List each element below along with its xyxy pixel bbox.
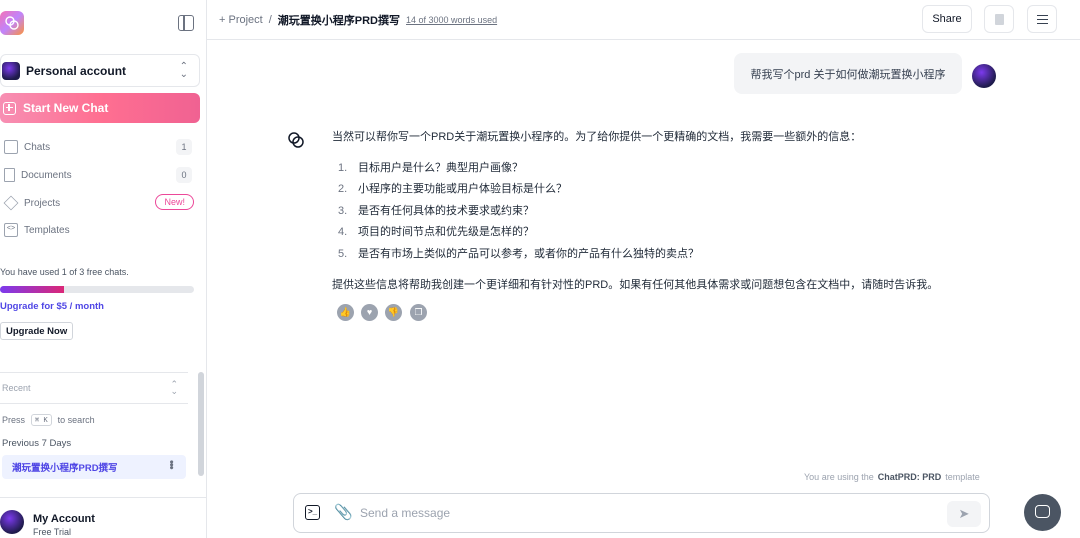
template-note-prefix: You are using the	[804, 472, 874, 482]
chevron-up-down-icon: ⌃ ⌄	[179, 61, 188, 80]
cube-icon	[3, 195, 19, 211]
user-message-text: 帮我写个prd 关于如何做潮玩置换小程序	[750, 68, 946, 81]
list-item: 3. 是否有任何具体的技术要求或约束？	[332, 202, 534, 218]
chat-bubble-icon	[1035, 505, 1050, 518]
thumbs-down-icon[interactable]: 👎	[385, 304, 402, 321]
section-label: Previous 7 Days	[2, 438, 72, 449]
list-number: 1.	[338, 162, 348, 174]
account-label: Personal account	[26, 63, 127, 78]
chevron-up-down-icon: ⌃ ⌄	[170, 379, 178, 396]
start-new-chat-button[interactable]: Start New Chat	[0, 93, 200, 123]
search-shortcut-key: ⌘ K	[31, 414, 52, 426]
list-number: 3.	[338, 205, 348, 217]
start-new-chat-label: Start New Chat	[23, 101, 109, 115]
usage-progress-bar	[0, 286, 194, 293]
help-chat-button[interactable]	[1024, 494, 1061, 531]
list-item: 5. 是否有市场上类似的产品可以参考，或者你的产品有什么独特的卖点？	[332, 245, 699, 261]
search-hint-suffix: to search	[57, 415, 95, 425]
settings-button[interactable]	[1027, 5, 1057, 33]
usage-text: You have used 1 of 3 free chats.	[0, 267, 129, 277]
list-text: 小程序的主要功能或用户体验目标是什么？	[358, 183, 567, 195]
message-composer: >_ 📎 ➤	[293, 493, 990, 533]
new-badge: New!	[155, 194, 194, 210]
upgrade-link[interactable]: Upgrade for $5 / month	[0, 301, 104, 312]
sidebar-item-label: Documents	[21, 169, 72, 181]
document-icon	[995, 14, 1004, 25]
paperclip-icon[interactable]: 📎	[334, 503, 353, 521]
sidebar-item-label: Projects	[24, 197, 61, 209]
app-root: Personal account ⌃ ⌄ Start New Chat Chats…	[0, 0, 1080, 538]
chat-bubble-icon	[4, 140, 18, 154]
user-avatar	[972, 64, 996, 88]
share-button[interactable]: Share	[922, 5, 972, 33]
avatar	[0, 510, 24, 534]
sidebar-item-templates[interactable]: <> Templates	[0, 220, 200, 240]
message-input[interactable]	[360, 504, 930, 522]
recent-label: Recent	[2, 383, 31, 393]
page-title: 潮玩置换小程序PRD撰写	[277, 15, 401, 27]
upgrade-now-button[interactable]: Upgrade Now	[0, 322, 74, 340]
assistant-outro: 提供这些信息将帮助我创建一个更详细和有针对性的PRD。如果有任何其他具体需求或问…	[332, 279, 939, 291]
sidebar-scrollbar[interactable]	[198, 372, 204, 476]
copy-icon[interactable]: ❐	[410, 304, 427, 321]
list-text: 是否有任何具体的技术要求或约束？	[358, 205, 534, 217]
send-icon: ➤	[958, 506, 970, 521]
template-name[interactable]: ChatPRD: PRD	[878, 472, 942, 482]
sidebar-item-documents[interactable]: Documents 0	[0, 165, 200, 185]
heart-icon[interactable]: ♥	[361, 304, 378, 321]
list-text: 项目的时间节点和优先级是怎样的？	[358, 226, 534, 238]
document-view-button[interactable]	[984, 5, 1014, 33]
more-vertical-icon[interactable]: •••	[165, 460, 177, 469]
list-number: 4.	[338, 226, 348, 238]
sidebar-item-chats[interactable]: Chats 1	[0, 137, 200, 157]
sidebar: Personal account ⌃ ⌄ Start New Chat Chats…	[0, 0, 207, 538]
send-button[interactable]: ➤	[947, 501, 981, 527]
sidebar-item-projects[interactable]: Projects New!	[0, 193, 200, 213]
breadcrumb: + Project / 潮玩置换小程序PRD撰写 14 of 3000 word…	[219, 12, 497, 28]
list-item: 4. 项目的时间节点和优先级是怎样的？	[332, 223, 534, 239]
template-note: You are using the ChatPRD: PRD template	[804, 472, 980, 482]
list-number: 2.	[338, 183, 348, 195]
search-hint[interactable]: Press ⌘ K to search	[2, 414, 95, 426]
template-note-suffix: template	[945, 472, 980, 482]
chat-list-item[interactable]: 潮玩置换小程序PRD撰写 •••	[2, 455, 186, 479]
assistant-intro: 当然可以帮你写一个PRD关于潮玩置换小程序的。为了给你提供一个更精确的文档，我需…	[332, 131, 862, 143]
app-logo-icon[interactable]	[0, 11, 24, 35]
list-item: 1. 目标用户是什么？典型用户画像？	[332, 159, 523, 175]
account-footer[interactable]: My Account Free Trial	[0, 497, 207, 538]
breadcrumb-separator: /	[268, 14, 272, 26]
terminal-icon[interactable]: >_	[305, 505, 320, 520]
user-message-bubble: 帮我写个prd 关于如何做潮玩置换小程序	[734, 53, 962, 94]
documents-count-badge: 0	[176, 167, 192, 183]
list-item: 2. 小程序的主要功能或用户体验目标是什么？	[332, 180, 567, 196]
account-name: My Account	[33, 513, 95, 525]
assistant-logo-icon	[288, 132, 304, 148]
search-hint-prefix: Press	[2, 415, 26, 425]
account-avatar	[2, 61, 20, 80]
chat-list-item-label: 潮玩置换小程序PRD撰写	[12, 463, 118, 474]
recent-filter-select[interactable]: Recent ⌃ ⌄	[0, 372, 188, 404]
usage-progress-fill	[0, 286, 65, 293]
code-brackets-icon: <>	[4, 223, 18, 237]
breadcrumb-project-link[interactable]: + Project	[219, 14, 263, 26]
sidebar-item-label: Templates	[24, 224, 70, 236]
sidebar-item-label: Chats	[24, 141, 51, 153]
thumbs-up-icon[interactable]: 👍	[337, 304, 354, 321]
list-number: 5.	[338, 248, 348, 260]
list-text: 是否有市场上类似的产品可以参考，或者你的产品有什么独特的卖点？	[358, 248, 699, 260]
plus-square-icon	[3, 101, 16, 115]
account-plan: Free Trial	[33, 527, 72, 537]
account-selector[interactable]: Personal account ⌃ ⌄	[0, 54, 200, 87]
document-icon	[4, 168, 15, 182]
chats-count-badge: 1	[176, 139, 192, 155]
word-count[interactable]: 14 of 3000 words used	[406, 15, 497, 25]
sidebar-collapse-icon[interactable]	[178, 15, 194, 31]
list-text: 目标用户是什么？典型用户画像？	[358, 162, 523, 174]
top-header: + Project / 潮玩置换小程序PRD撰写 14 of 3000 word…	[207, 0, 1080, 40]
